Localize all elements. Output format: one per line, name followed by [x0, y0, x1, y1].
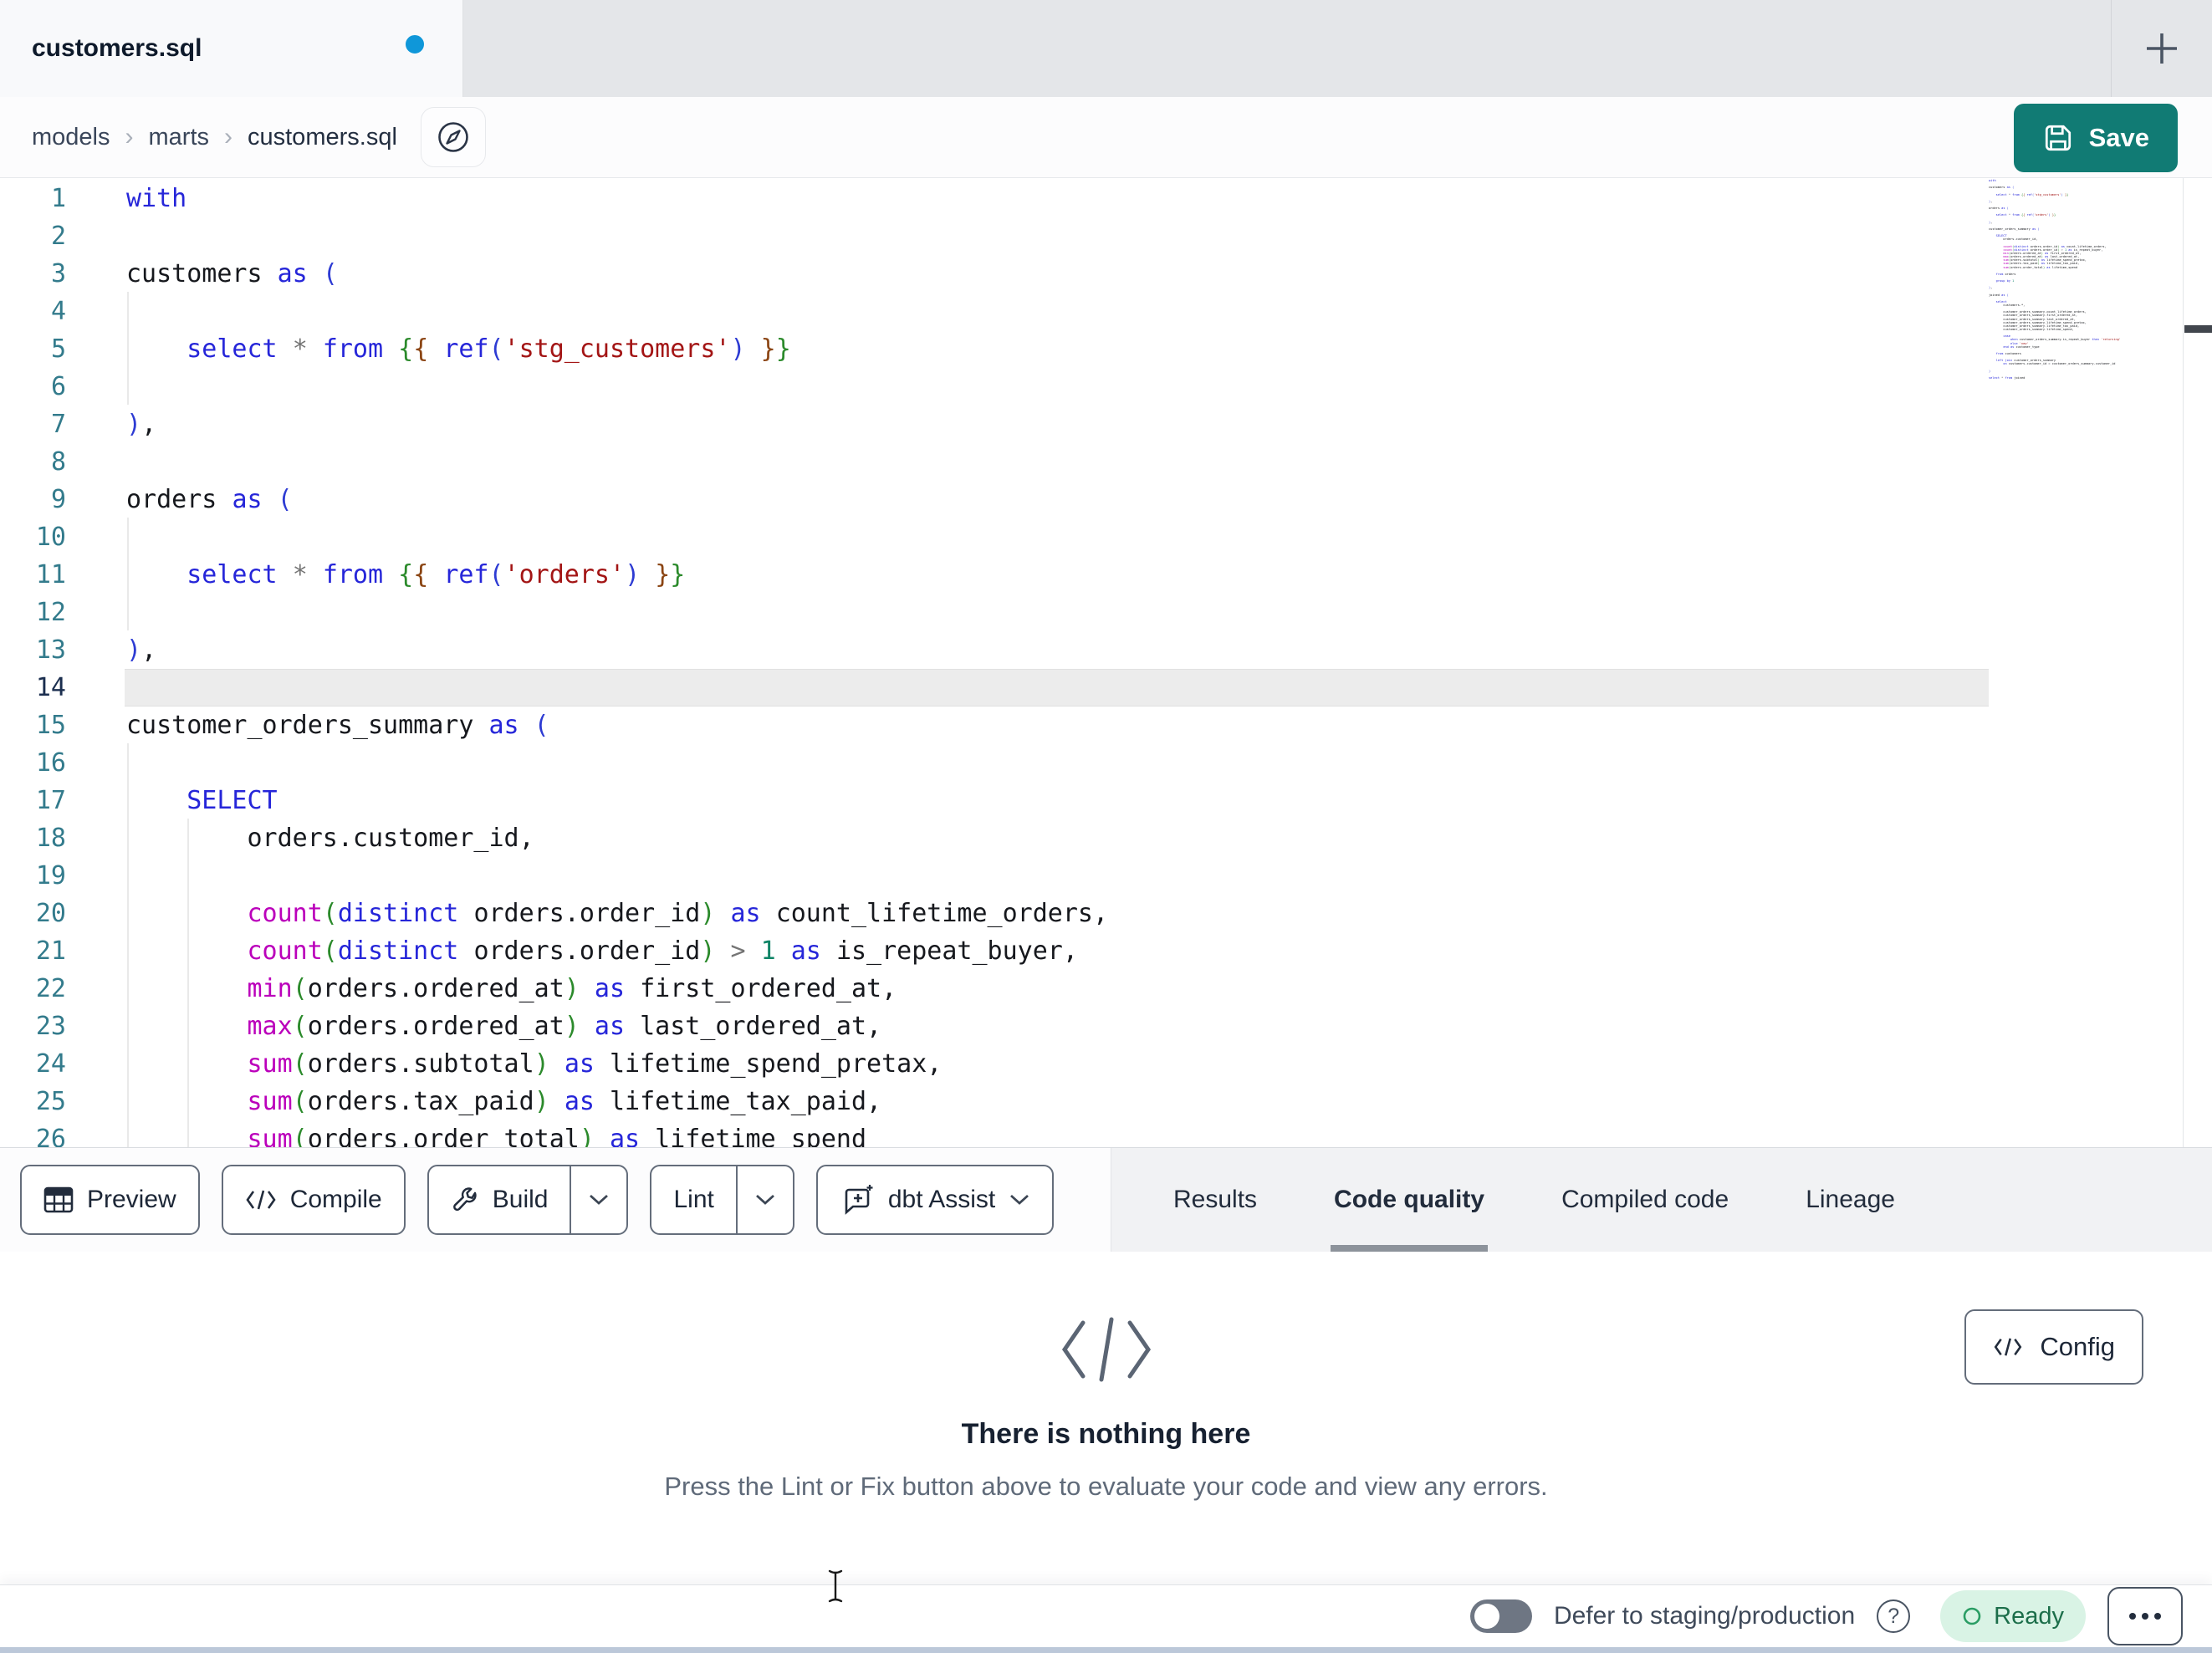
build-split-button[interactable]: Build [427, 1165, 629, 1235]
breadcrumb-customers-sql: customers.sql [248, 123, 397, 151]
breadcrumb-marts[interactable]: marts [149, 124, 210, 151]
ready-label: Ready [1994, 1602, 2064, 1630]
save-button[interactable]: Save [2013, 104, 2178, 172]
empty-state-code-icon [1056, 1311, 1157, 1388]
defer-label: Defer to staging/production [1553, 1602, 1856, 1630]
assist-chat-icon [845, 1185, 873, 1215]
config-button[interactable]: Config [1964, 1309, 2143, 1385]
compass-icon [438, 122, 468, 152]
text-cursor-pointer [826, 1569, 845, 1604]
code-icon [246, 1190, 276, 1210]
panel-tab-lineage[interactable]: Lineage [1802, 1148, 1898, 1252]
toggle-knob [1474, 1604, 1499, 1629]
help-icon[interactable]: ? [1877, 1599, 1911, 1633]
new-tab-button[interactable] [2112, 0, 2212, 97]
lint-button[interactable]: Lint [651, 1166, 735, 1233]
code-icon [1995, 1338, 2022, 1356]
minimap[interactable]: with customers as ( select * from {{ ref… [1989, 179, 2181, 380]
code-content[interactable]: with customers as ( select * from {{ ref… [126, 180, 1108, 1147]
status-bar: Defer to staging/production ? Ready [0, 1584, 2212, 1647]
lint-label: Lint [673, 1186, 714, 1213]
unsaved-changes-dot-icon [406, 35, 424, 54]
line-number-gutter: 1 2 3 4 5 6 7 8 9 10 11 12 13 14 15 16 17 18 19 20 21 22 23 24 2… [35, 184, 66, 1147]
save-label: Save [2088, 123, 2149, 152]
breadcrumb-models[interactable]: models [32, 124, 110, 151]
compile-label: Compile [289, 1186, 382, 1213]
chevron-down-icon [1010, 1194, 1029, 1205]
action-toolbar: Preview Compile Build Lint dbt Assist Re… [0, 1147, 2212, 1252]
more-options-button[interactable] [2107, 1587, 2183, 1645]
panel-tab-code-quality[interactable]: Code quality [1331, 1148, 1489, 1252]
lint-split-button[interactable]: Lint [650, 1165, 794, 1235]
ide-status-badge[interactable]: Ready [1940, 1590, 2086, 1642]
build-label: Build [492, 1186, 549, 1213]
tab-title: customers.sql [32, 34, 202, 62]
tab-bar: customers.sql [0, 0, 2212, 97]
build-dropdown-button[interactable] [571, 1166, 626, 1233]
table-icon [43, 1186, 74, 1213]
assist-label: dbt Assist [887, 1186, 996, 1213]
build-button[interactable]: Build [429, 1166, 570, 1233]
window-bottom-edge [0, 1647, 2212, 1653]
panel-tab-compiled-code[interactable]: Compiled code [1558, 1148, 1732, 1252]
breadcrumb: models › marts › customers.sql [0, 97, 2212, 178]
floppy-disk-icon [2045, 125, 2071, 151]
preview-button[interactable]: Preview [20, 1165, 200, 1235]
wrench-icon [452, 1187, 477, 1212]
empty-state-subtitle: Press the Lint or Fix button above to ev… [664, 1472, 1548, 1501]
breadcrumb-separator: › [125, 123, 134, 151]
scrollbar-track [2183, 178, 2184, 1147]
scrollbar-thumb[interactable] [2184, 325, 2212, 333]
status-circle-icon [1963, 1607, 1981, 1625]
code-quality-panel: There is nothing here Press the Lint or … [0, 1253, 2212, 1584]
panel-tab-results[interactable]: Results [1170, 1148, 1260, 1252]
chevron-down-icon [755, 1194, 774, 1205]
defer-toggle[interactable] [1469, 1599, 1532, 1633]
panel-tabs: Results Code quality Compiled code Lineage [1111, 1148, 2212, 1252]
dbt-assist-button[interactable]: dbt Assist [815, 1165, 1055, 1235]
navigate-file-button[interactable] [420, 107, 486, 167]
tab-customers-sql[interactable]: customers.sql [0, 0, 463, 97]
chevron-down-icon [590, 1194, 609, 1205]
code-editor[interactable]: 1 2 3 4 5 6 7 8 9 10 11 12 13 14 15 16 17 18 19 20 21 22 23 24 2… [0, 178, 2212, 1147]
breadcrumb-separator: › [224, 123, 232, 151]
preview-label: Preview [87, 1186, 176, 1213]
compile-button[interactable]: Compile [221, 1165, 406, 1235]
dbt-ide-window: { "tab_bar": { "active_tab": "customers.… [0, 0, 2212, 1653]
lint-dropdown-button[interactable] [738, 1166, 793, 1233]
empty-state-title: There is nothing here [961, 1418, 1251, 1450]
plus-icon [2147, 33, 2177, 64]
config-label: Config [2040, 1332, 2115, 1361]
